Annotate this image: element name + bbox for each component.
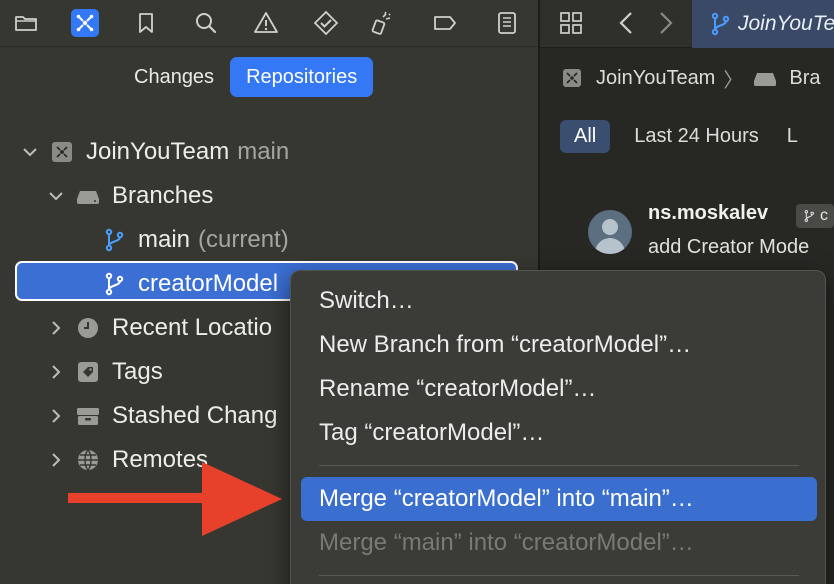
segment-repositories[interactable]: Repositories [230, 57, 374, 97]
folder-icon[interactable] [11, 8, 41, 38]
branch-current-suffix: (current) [198, 226, 289, 253]
branch-icon [100, 270, 128, 298]
editor-tab-label: JoinYouTe [738, 12, 834, 35]
test-diamond-icon[interactable] [311, 8, 341, 38]
tree-row-branch-main[interactable]: main (current) [0, 218, 538, 262]
menu-item-rename[interactable]: Rename “creatorModel”… [301, 367, 817, 411]
warning-icon[interactable] [251, 8, 281, 38]
clock-icon [74, 314, 102, 342]
chevron-right-icon[interactable] [46, 450, 66, 470]
branch-name: creatorModel [138, 270, 279, 297]
editor-tab-active[interactable]: JoinYouTe [692, 0, 834, 48]
debug-spray-icon[interactable] [366, 8, 396, 38]
report-icon[interactable] [492, 8, 522, 38]
repository-icon [48, 138, 76, 166]
tray-icon [74, 402, 102, 430]
history-filter-bar: All Last 24 Hours L [540, 116, 834, 156]
stashed-changes-label: Stashed Chang [112, 402, 278, 429]
tag-icon [74, 358, 102, 386]
commit-author: ns.moskalev [648, 202, 769, 224]
menu-separator [319, 465, 799, 466]
avatar [588, 210, 632, 254]
menu-item-new-branch[interactable]: New Branch from “creatorModel”… [301, 323, 817, 367]
chevron-down-icon[interactable] [46, 186, 66, 206]
branch-context-menu: Switch… New Branch from “creatorModel”… … [290, 270, 826, 584]
branch-icon [706, 10, 734, 38]
bookmark-icon[interactable] [131, 8, 161, 38]
commit-message: add Creator Mode [648, 236, 810, 258]
menu-item-tag[interactable]: Tag “creatorModel”… [301, 411, 817, 455]
repository-current-branch: main [237, 138, 290, 165]
drive-icon [751, 64, 779, 92]
branch-icon [804, 209, 814, 223]
chevron-down-icon[interactable] [20, 142, 40, 162]
chevron-right-icon[interactable] [46, 362, 66, 382]
repository-icon [558, 64, 586, 92]
filter-last-24-hours[interactable]: Last 24 Hours [634, 125, 759, 148]
filter-more[interactable]: L [787, 125, 798, 148]
commit-branch-badge: c [796, 204, 834, 228]
editor-toolbar: JoinYouTe [540, 0, 834, 48]
branch-name: main [138, 226, 191, 253]
branch-icon [100, 226, 128, 254]
chevron-right-icon[interactable] [46, 318, 66, 338]
menu-item-merge-main-into: Merge “main” into “creatorModel”… [319, 529, 694, 556]
commit-list-item[interactable]: ns.moskalev c add Creator Mode [540, 198, 834, 268]
drive-icon [74, 182, 102, 210]
repository-name: JoinYouTeam [86, 138, 230, 165]
tree-row-repository[interactable]: JoinYouTeam main [0, 130, 538, 174]
breakpoint-icon[interactable] [430, 8, 460, 38]
source-control-icon[interactable] [71, 9, 99, 37]
menu-separator [319, 575, 799, 576]
jumpbar-branches[interactable]: Bra [789, 67, 820, 90]
chevron-right-icon[interactable] [46, 406, 66, 426]
jumpbar-repo[interactable]: JoinYouTeam [596, 67, 715, 90]
filter-all[interactable]: All [560, 119, 611, 153]
tags-label: Tags [112, 358, 163, 385]
search-icon[interactable] [191, 8, 221, 38]
jumpbar-separator: 〉 [723, 69, 744, 92]
recent-locations-label: Recent Locatio [112, 314, 273, 341]
branches-label: Branches [112, 182, 214, 209]
back-chevron-icon[interactable] [612, 8, 642, 38]
menu-item-merge-into-main[interactable]: Merge “creatorModel” into “main”… [301, 477, 817, 521]
jump-bar: JoinYouTeam 〉 Bra [540, 56, 834, 100]
navigator-segmented-control: Changes Repositories [118, 57, 374, 97]
commit-badge-label: c [820, 207, 828, 224]
grid-icon[interactable] [556, 8, 586, 38]
segment-changes[interactable]: Changes [118, 57, 230, 97]
navigator-toolbar [0, 0, 538, 47]
tree-row-branches[interactable]: Branches [0, 174, 538, 218]
menu-item-switch[interactable]: Switch… [301, 279, 817, 323]
red-arrow-annotation [68, 462, 282, 536]
forward-chevron-icon[interactable] [650, 8, 680, 38]
